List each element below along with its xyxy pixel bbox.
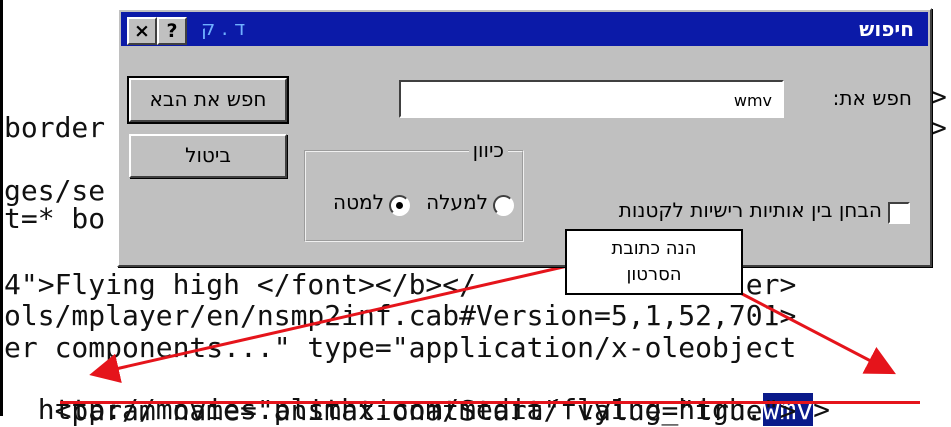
code-fragment-right-2: > [930, 111, 947, 144]
url-underline [60, 401, 920, 404]
direction-group: כיוון למעלה למטה [304, 138, 524, 242]
callout-line-1: הנה כתובת [611, 238, 697, 259]
find-label: חפש את: [832, 86, 912, 110]
dialog-title: חיפוש [859, 17, 914, 41]
help-button[interactable]: ? [157, 17, 187, 45]
direction-up-label: למעלה [426, 190, 488, 214]
find-next-button[interactable]: חפש את הבא [127, 76, 289, 124]
code-line-codebase: ols/mplayer/en/nsmp2inf.cab#Version=5,1,… [4, 299, 797, 332]
code-fragment-tequals: t=* bo [4, 202, 106, 235]
find-dialog: חיפוש × ? ד . ק חפש את: wmv חפש את הבא ב… [117, 8, 932, 267]
close-button[interactable]: × [127, 17, 157, 45]
dialog-titlebar[interactable]: חיפוש × ? ד . ק [121, 12, 928, 46]
code-line-components: er components..." type="application/x-ol… [4, 331, 797, 364]
url-tail: > [813, 393, 831, 426]
direction-up-radio[interactable] [493, 195, 514, 216]
code-fragment-border: border [4, 111, 106, 144]
code-fragment-right-1: > [930, 80, 947, 113]
direction-down-label: למטה [333, 190, 384, 214]
match-case-checkbox[interactable] [888, 202, 910, 224]
find-input[interactable]: wmv [399, 80, 784, 118]
direction-group-title: כיוון [468, 138, 508, 162]
match-case-label: הבחן בין אותיות רישיות לקטנות [618, 198, 882, 222]
radio-selected-dot [396, 202, 403, 209]
editor-left-border [0, 0, 3, 416]
callout-line-2: הסרטון [626, 264, 682, 285]
annotation-callout: הנה כתובת הסרטון [565, 229, 743, 295]
cancel-button[interactable]: ביטול [129, 134, 287, 178]
direction-down-radio[interactable] [389, 195, 410, 216]
title-hint-text: ד . ק [201, 16, 246, 40]
